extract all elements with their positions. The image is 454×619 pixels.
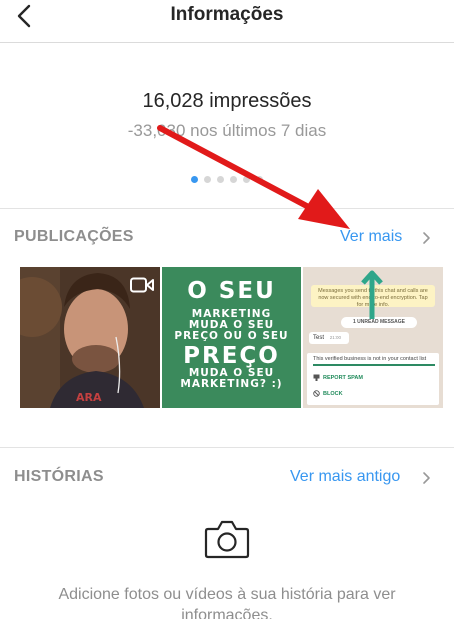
post-thumbnail-text-graphic[interactable]: O SEU MARKETING MUDA O SEU PREÇO OU O SE… (162, 267, 301, 408)
page-dot (204, 176, 211, 183)
graphic-line: MARKETING? :) (180, 378, 283, 391)
block-label: BLOCK (323, 391, 343, 397)
teal-up-arrow-icon (361, 270, 383, 319)
block-icon (313, 390, 320, 397)
chat-bubble: Test 21:00 (309, 332, 349, 344)
graphic-line: O SEU (187, 278, 276, 304)
thumbs-down-icon (313, 374, 320, 381)
impressions-delta: -33,030 nos últimos 7 dias (127, 121, 327, 140)
publicacoes-heading: PUBLICAÇÕES (14, 228, 134, 245)
post-graphic-text: O SEU MARKETING MUDA O SEU PREÇO OU O SE… (162, 279, 301, 390)
business-notice: This verified business is not in your co… (313, 356, 427, 362)
post-thumbnail-video[interactable]: ARA (20, 267, 160, 408)
chevron-right-icon[interactable] (420, 471, 432, 485)
report-spam-label: REPORT SPAM (323, 375, 363, 381)
impressions-count: 16,028 impressões (142, 90, 312, 112)
historias-heading: HISTÓRIAS (14, 468, 104, 485)
impressions-summary[interactable]: 16,028 impressões -33,030 nos últimos 7 … (0, 43, 454, 208)
page-dot (230, 176, 237, 183)
ver-mais-link[interactable]: Ver mais (340, 228, 402, 246)
posts-grid: ARA O SEU MARKETING MUDA O SEU PREÇO OU … (20, 267, 443, 408)
graphic-line: PREÇO OU O SEU (174, 330, 289, 343)
page-dot-active (191, 176, 198, 183)
section-divider (0, 447, 454, 448)
page-indicator (0, 176, 454, 183)
card-divider (313, 364, 435, 366)
chat-bubble-text: Test (313, 335, 325, 341)
nav-header: Informações (0, 0, 454, 43)
business-card: This verified business is not in your co… (307, 353, 439, 405)
insights-screen: Informações 16,028 impressões -33,030 no… (0, 0, 454, 619)
chat-bubble-time: 21:00 (329, 335, 341, 340)
post-thumbnail-chat-screenshot[interactable]: Messages you send to this chat and calls… (303, 267, 443, 408)
section-divider (0, 208, 454, 209)
page-dot (217, 176, 224, 183)
stories-empty-message: Adicione fotos ou vídeos à sua história … (58, 586, 396, 619)
svg-text:ARA: ARA (76, 391, 102, 404)
page-dot (256, 176, 263, 183)
camera-icon (204, 520, 250, 559)
chevron-right-icon[interactable] (420, 231, 432, 245)
page-title: Informações (170, 4, 284, 25)
page-dot (243, 176, 250, 183)
video-camera-icon (130, 277, 154, 293)
ver-mais-antigo-link[interactable]: Ver mais antigo (290, 468, 400, 486)
graphic-line: PREÇO (183, 343, 280, 370)
